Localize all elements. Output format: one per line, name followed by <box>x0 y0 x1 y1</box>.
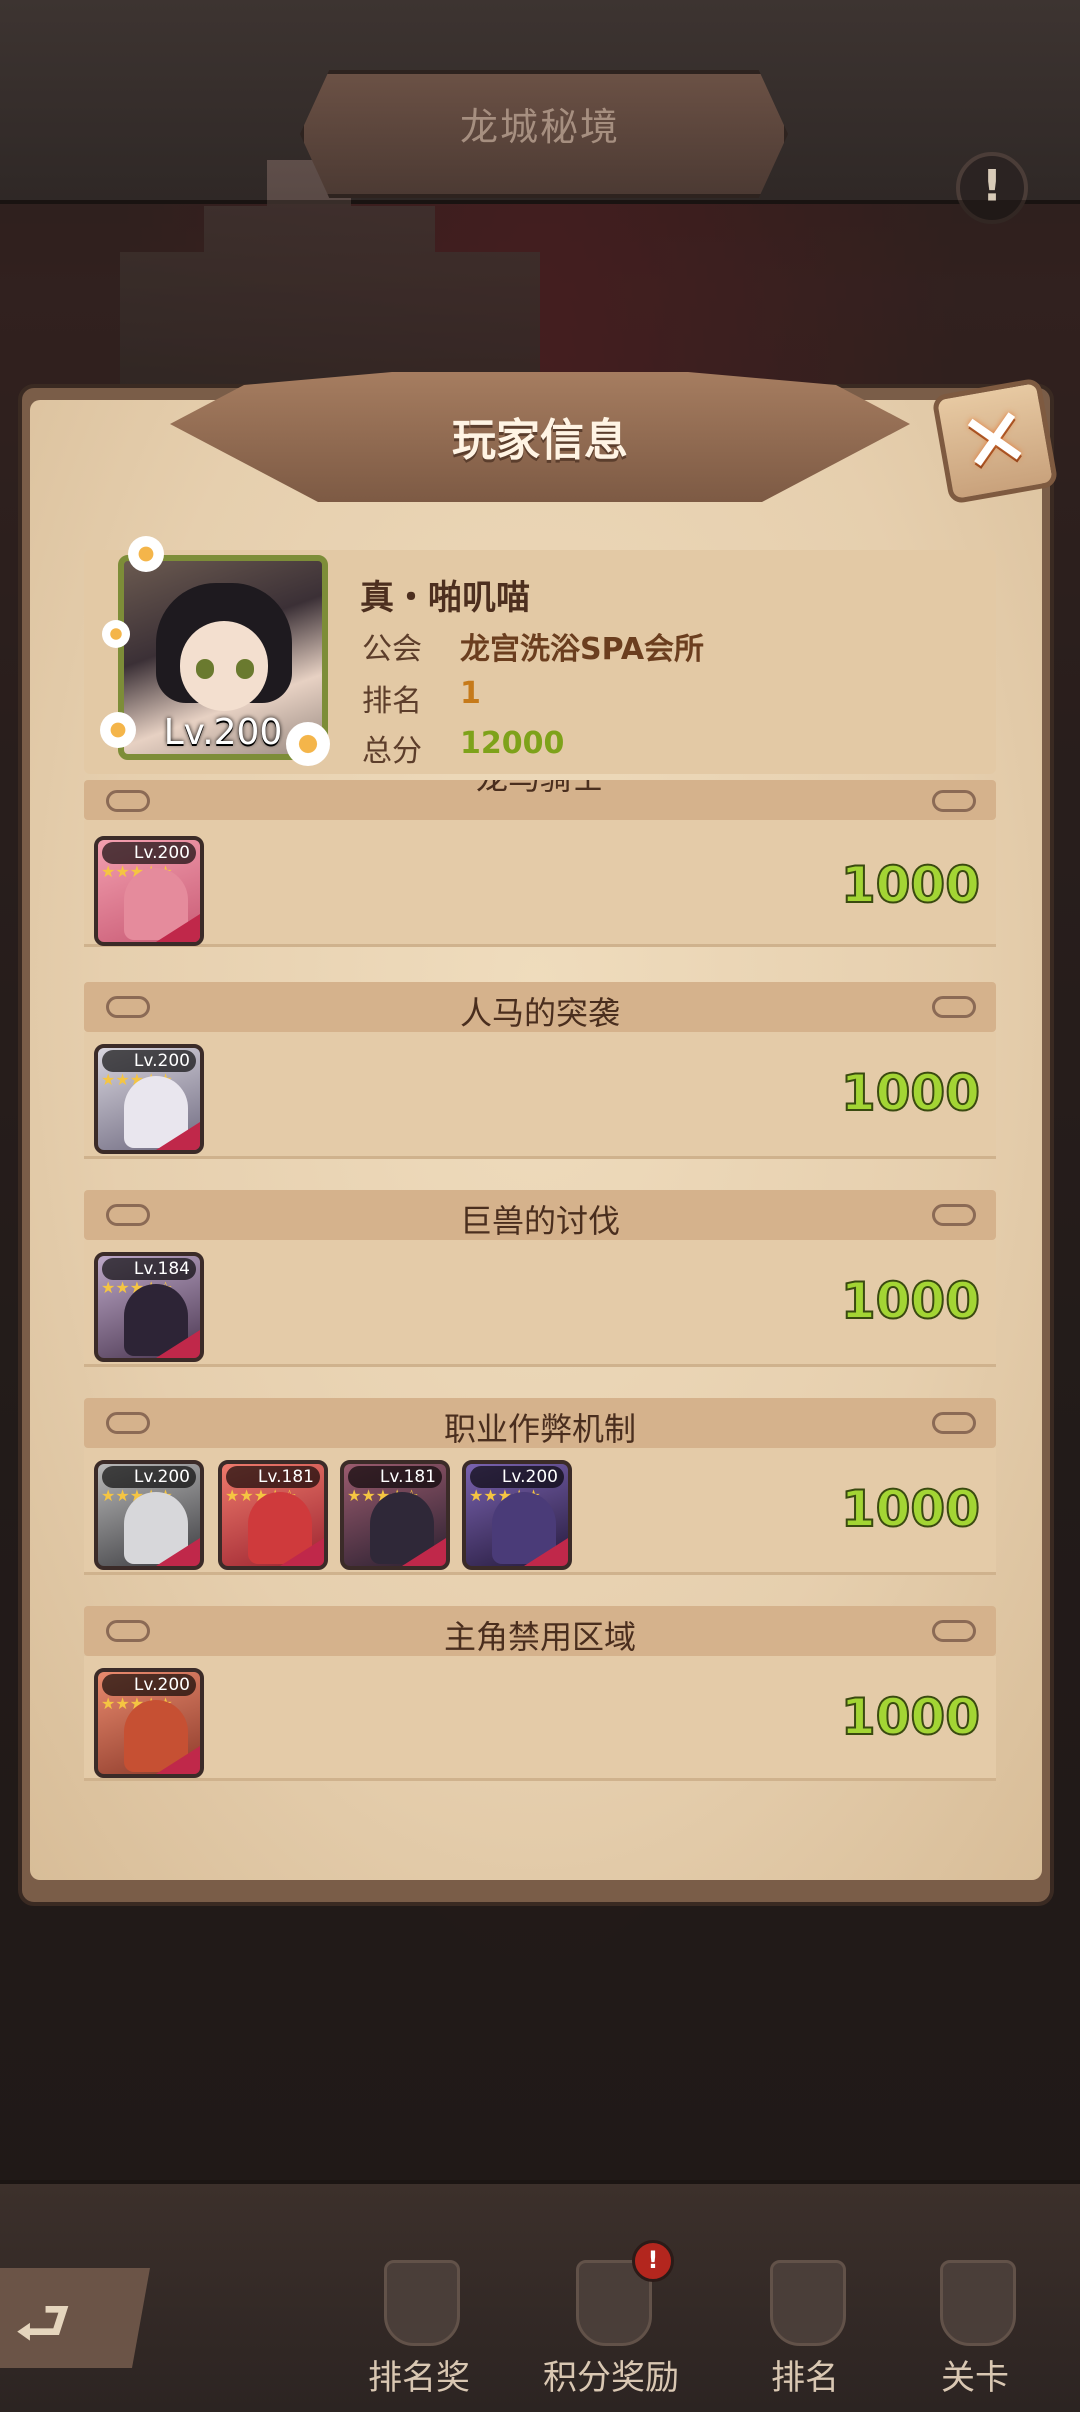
ornament-icon <box>932 996 976 1018</box>
nav-label: 积分奖励 <box>543 2358 679 2398</box>
star-icons: ★★★★★ <box>101 1694 173 1713</box>
notification-badge: ! <box>632 2240 674 2282</box>
stage-icon <box>940 2260 1016 2346</box>
ornament-icon <box>932 1620 976 1642</box>
ornament-icon <box>106 1412 150 1434</box>
star-icons: ★★★★★ <box>101 862 173 881</box>
hero-level: Lv.200 <box>102 842 196 864</box>
nav-ranking[interactable]: 排名 <box>730 2250 880 2400</box>
close-icon: ✕ <box>953 388 1038 495</box>
nav-rank-reward[interactable]: 排名奖 <box>344 2250 494 2400</box>
ornament-icon <box>932 1412 976 1434</box>
section-title: 巨兽的讨伐 <box>459 1202 620 1240</box>
nav-label: 排名奖 <box>368 2358 470 2398</box>
dialog-title: 玩家信息 <box>452 415 628 466</box>
hero-portrait[interactable]: Lv.200 ★★★★★ <box>462 1460 572 1570</box>
ornament-icon <box>932 1204 976 1226</box>
flower-icon <box>128 536 164 572</box>
hero-level: Lv.200 <box>470 1466 564 1488</box>
nav-label: 关卡 <box>941 2358 1009 2398</box>
hero-portrait[interactable]: Lv.200 ★★★★★ <box>94 1668 204 1778</box>
star-icons: ★★★★★ <box>469 1486 541 1505</box>
rank-reward-icon <box>384 2260 460 2346</box>
hero-portrait[interactable]: Lv.184 ★★★★☆ <box>94 1252 204 1362</box>
ornament-icon <box>106 1620 150 1642</box>
player-name: 真・啪叽喵 <box>360 578 530 618</box>
nav-stage[interactable]: 关卡 <box>900 2250 1050 2400</box>
section-title: 人马的突袭 <box>459 994 620 1032</box>
ornament-icon <box>106 1204 150 1226</box>
hero-level: Lv.184 <box>102 1258 196 1280</box>
hero-portrait[interactable]: Lv.200 ★★★★★ <box>94 1044 204 1154</box>
section-score: 1000 <box>840 1479 981 1539</box>
section-title: 主角禁用区域 <box>443 1618 636 1656</box>
section-score: 1000 <box>840 1063 981 1123</box>
section-title-text: 龙马骑士 <box>476 780 604 797</box>
rank-label: 排名 <box>362 684 422 719</box>
hero-portrait[interactable]: Lv.181 ★★★★☆ <box>218 1460 328 1570</box>
avatar-face <box>180 621 268 711</box>
total-score: 12000 <box>460 726 565 761</box>
nav-label: 排名 <box>771 2358 839 2398</box>
ranking-icon <box>770 2260 846 2346</box>
hero-level: Lv.200 <box>102 1050 196 1072</box>
star-icons: ★★★★★ <box>101 1486 173 1505</box>
avatar-eye <box>236 659 254 679</box>
ornament-icon <box>106 996 150 1018</box>
hero-level: Lv.181 <box>226 1466 320 1488</box>
section-score: 1000 <box>840 1687 981 1747</box>
player-level: Lv.200 <box>163 712 283 753</box>
section-score: 1000 <box>840 1271 981 1331</box>
hero-portrait[interactable]: Lv.200 ★★★★★ <box>94 1460 204 1570</box>
section-score: 1000 <box>840 855 981 915</box>
hero-level: Lv.181 <box>348 1466 442 1488</box>
hero-level: Lv.200 <box>102 1674 196 1696</box>
guild-label: 公会 <box>362 632 422 667</box>
nav-points-reward[interactable]: ! 积分奖励 <box>536 2240 686 2400</box>
flower-icon <box>102 620 130 648</box>
rank-value: 1 <box>460 676 481 711</box>
close-button[interactable]: ✕ <box>931 377 1059 505</box>
hero-level: Lv.200 <box>102 1466 196 1488</box>
hero-portrait[interactable]: Lv.181 ★★★★☆ <box>340 1460 450 1570</box>
hero-portrait[interactable]: Lv.200 ★★★★★ <box>94 836 204 946</box>
game-title: 龙城秘境 <box>459 105 620 149</box>
ornament-icon <box>932 790 976 812</box>
ornament-icon <box>106 790 150 812</box>
back-button[interactable]: ⮐ <box>0 2268 150 2368</box>
section-title: 龙马骑士 <box>84 780 996 820</box>
avatar-eye <box>196 659 214 679</box>
star-icons: ★★★★★ <box>101 1070 173 1089</box>
score-label: 总分 <box>362 734 422 769</box>
guild-name: 龙宫洗浴SPA会所 <box>460 632 705 667</box>
star-icons: ★★★★☆ <box>347 1486 419 1505</box>
star-icons: ★★★★☆ <box>101 1278 173 1297</box>
section-title: 职业作弊机制 <box>443 1410 636 1448</box>
star-icons: ★★★★☆ <box>225 1486 297 1505</box>
